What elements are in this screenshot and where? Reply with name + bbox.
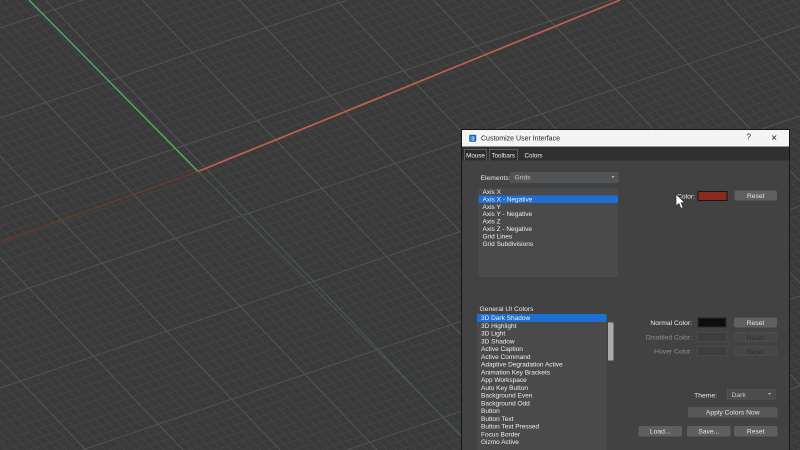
- svg-text:3: 3: [471, 136, 474, 142]
